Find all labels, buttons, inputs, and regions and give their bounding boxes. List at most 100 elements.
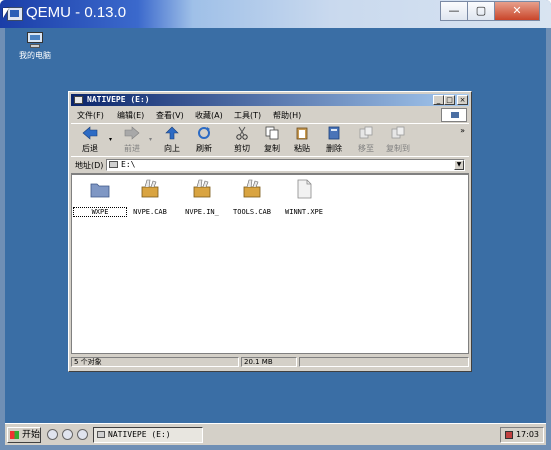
up-arrow-icon: [165, 126, 179, 140]
taskbar: 开始 NATIVEPE (E:) 17:03: [5, 423, 546, 445]
copy-to-icon: [391, 126, 405, 139]
delete-button[interactable]: 删除: [319, 125, 349, 155]
file-item[interactable]: NVPE.IN_: [176, 179, 228, 216]
delete-icon: [328, 126, 340, 140]
windows-flag-icon: [10, 431, 19, 439]
forward-label: 前进: [124, 144, 140, 153]
start-label: 开始: [22, 430, 41, 440]
status-objects: 5 个对象: [71, 357, 239, 367]
clock: 17:03: [515, 430, 539, 439]
qemu-title: QEMU - 0.13.0: [26, 4, 127, 21]
paste-button[interactable]: 粘贴: [287, 125, 317, 155]
copy-to-button[interactable]: 复制到: [383, 125, 413, 155]
folder-icon: [90, 183, 110, 198]
file-name: WINNT.XPE: [285, 208, 323, 216]
address-input[interactable]: E:\ ▼: [106, 159, 465, 171]
menu-file[interactable]: 文件(F): [77, 110, 104, 121]
status-size: 20.1 MB: [241, 357, 297, 367]
refresh-button[interactable]: 刷新: [189, 125, 219, 155]
explorer-title-bar[interactable]: NATIVEPE (E:) _ □ ×: [71, 94, 469, 106]
move-to-label: 移至: [358, 144, 374, 153]
tray-icon[interactable]: [505, 431, 513, 439]
cut-label: 剪切: [234, 144, 250, 153]
desktop-icon-label: 我的电脑: [19, 51, 51, 60]
cab-archive-icon: [243, 179, 261, 198]
copy-to-label: 复制到: [386, 144, 410, 153]
qemu-window: QEMU - 0.13.0 — ▢ ✕ 我的电脑 NATIVEPE (E:) _…: [0, 0, 551, 450]
address-label: 地址(D): [75, 161, 104, 170]
explorer-close-button[interactable]: ×: [457, 95, 468, 105]
back-arrow-icon: [82, 126, 98, 140]
windows-logo-icon: [441, 108, 467, 122]
status-zone: [299, 357, 469, 367]
back-label: 后退: [82, 144, 98, 153]
delete-label: 删除: [326, 144, 342, 153]
address-drive-icon: [109, 161, 118, 168]
copy-icon: [265, 126, 279, 140]
cut-button[interactable]: 剪切: [227, 125, 257, 155]
taskbar-item-label: NATIVEPE (E:): [108, 430, 171, 439]
file-name: WXPE: [73, 207, 127, 217]
copy-label: 复制: [264, 144, 280, 153]
file-name: NVPE.IN_: [185, 208, 219, 216]
minimize-button[interactable]: —: [440, 1, 468, 21]
refresh-label: 刷新: [196, 144, 212, 153]
my-computer-icon: [26, 32, 44, 48]
scissors-icon: [236, 126, 248, 140]
cab-archive-icon: [141, 179, 159, 198]
qemu-app-icon: [7, 7, 23, 21]
menu-favorites[interactable]: 收藏(A): [195, 110, 223, 121]
move-to-icon: [359, 126, 373, 139]
file-item[interactable]: WXPE: [73, 179, 127, 217]
explorer-minimize-button[interactable]: _: [433, 95, 444, 105]
menu-edit[interactable]: 编辑(E): [117, 110, 144, 121]
menu-view[interactable]: 查看(V): [156, 110, 184, 121]
start-button[interactable]: 开始: [7, 427, 41, 443]
up-label: 向上: [164, 144, 180, 153]
quick-launch-ie-icon[interactable]: [77, 429, 88, 440]
forward-arrow-icon: [124, 126, 140, 140]
forward-button[interactable]: 前进: [117, 125, 147, 155]
file-item[interactable]: NVPE.CAB: [124, 179, 176, 216]
file-name: NVPE.CAB: [133, 208, 167, 216]
close-button[interactable]: ✕: [494, 1, 540, 21]
explorer-window: NATIVEPE (E:) _ □ × 文件(F) 编辑(E) 查看(V) 收藏…: [68, 91, 472, 372]
up-button[interactable]: 向上: [157, 125, 187, 155]
refresh-icon: [198, 127, 210, 139]
move-to-button[interactable]: 移至: [351, 125, 381, 155]
back-dropdown-icon[interactable]: ▾: [109, 136, 112, 143]
menu-help[interactable]: 帮助(H): [273, 110, 301, 121]
copy-button[interactable]: 复制: [257, 125, 287, 155]
explorer-title: NATIVEPE (E:): [87, 95, 150, 104]
system-tray: 17:03: [500, 427, 544, 443]
toolbar-overflow-icon[interactable]: »: [460, 126, 465, 135]
menu-bar: 文件(F) 编辑(E) 查看(V) 收藏(A) 工具(T) 帮助(H): [71, 108, 469, 122]
file-icon: [297, 179, 312, 199]
explorer-maximize-button[interactable]: □: [444, 95, 455, 105]
status-bar: 5 个对象 20.1 MB: [71, 356, 469, 368]
address-dropdown-icon[interactable]: ▼: [454, 160, 464, 170]
paste-label: 粘贴: [294, 144, 310, 153]
address-value: E:\: [121, 160, 136, 169]
file-name: TOOLS.CAB: [233, 208, 271, 216]
taskbar-drive-icon: [97, 431, 105, 438]
taskbar-item-explorer[interactable]: NATIVEPE (E:): [93, 427, 203, 443]
qemu-title-bar[interactable]: QEMU - 0.13.0 — ▢ ✕: [0, 0, 551, 28]
guest-desktop: 我的电脑 NATIVEPE (E:) _ □ × 文件(F) 编辑(E) 查看(…: [5, 28, 546, 445]
mouse-cursor-icon: [3, 8, 9, 18]
toolbar: 后退 ▾ 前进 ▾ 向上 刷新 剪切 复制 粘贴 删除 移至 复制到 »: [71, 123, 469, 157]
quick-launch-explorer-icon[interactable]: [62, 429, 73, 440]
drive-icon: [74, 96, 83, 104]
file-item[interactable]: WINNT.XPE: [278, 179, 330, 216]
cab-archive-icon: [193, 179, 211, 198]
quick-launch-desktop-icon[interactable]: [47, 429, 58, 440]
file-item[interactable]: TOOLS.CAB: [226, 179, 278, 216]
maximize-button[interactable]: ▢: [467, 1, 495, 21]
menu-tools[interactable]: 工具(T): [234, 110, 261, 121]
address-bar: 地址(D) E:\ ▼: [71, 156, 469, 174]
file-list: WXPE NVPE.CAB NVPE.IN_ TOOLS.CAB WINNT.X…: [71, 174, 469, 354]
forward-dropdown-icon[interactable]: ▾: [149, 136, 152, 143]
desktop-icon-my-computer[interactable]: 我的电脑: [13, 32, 57, 61]
back-button[interactable]: 后退: [75, 125, 105, 155]
clipboard-icon: [296, 127, 308, 140]
